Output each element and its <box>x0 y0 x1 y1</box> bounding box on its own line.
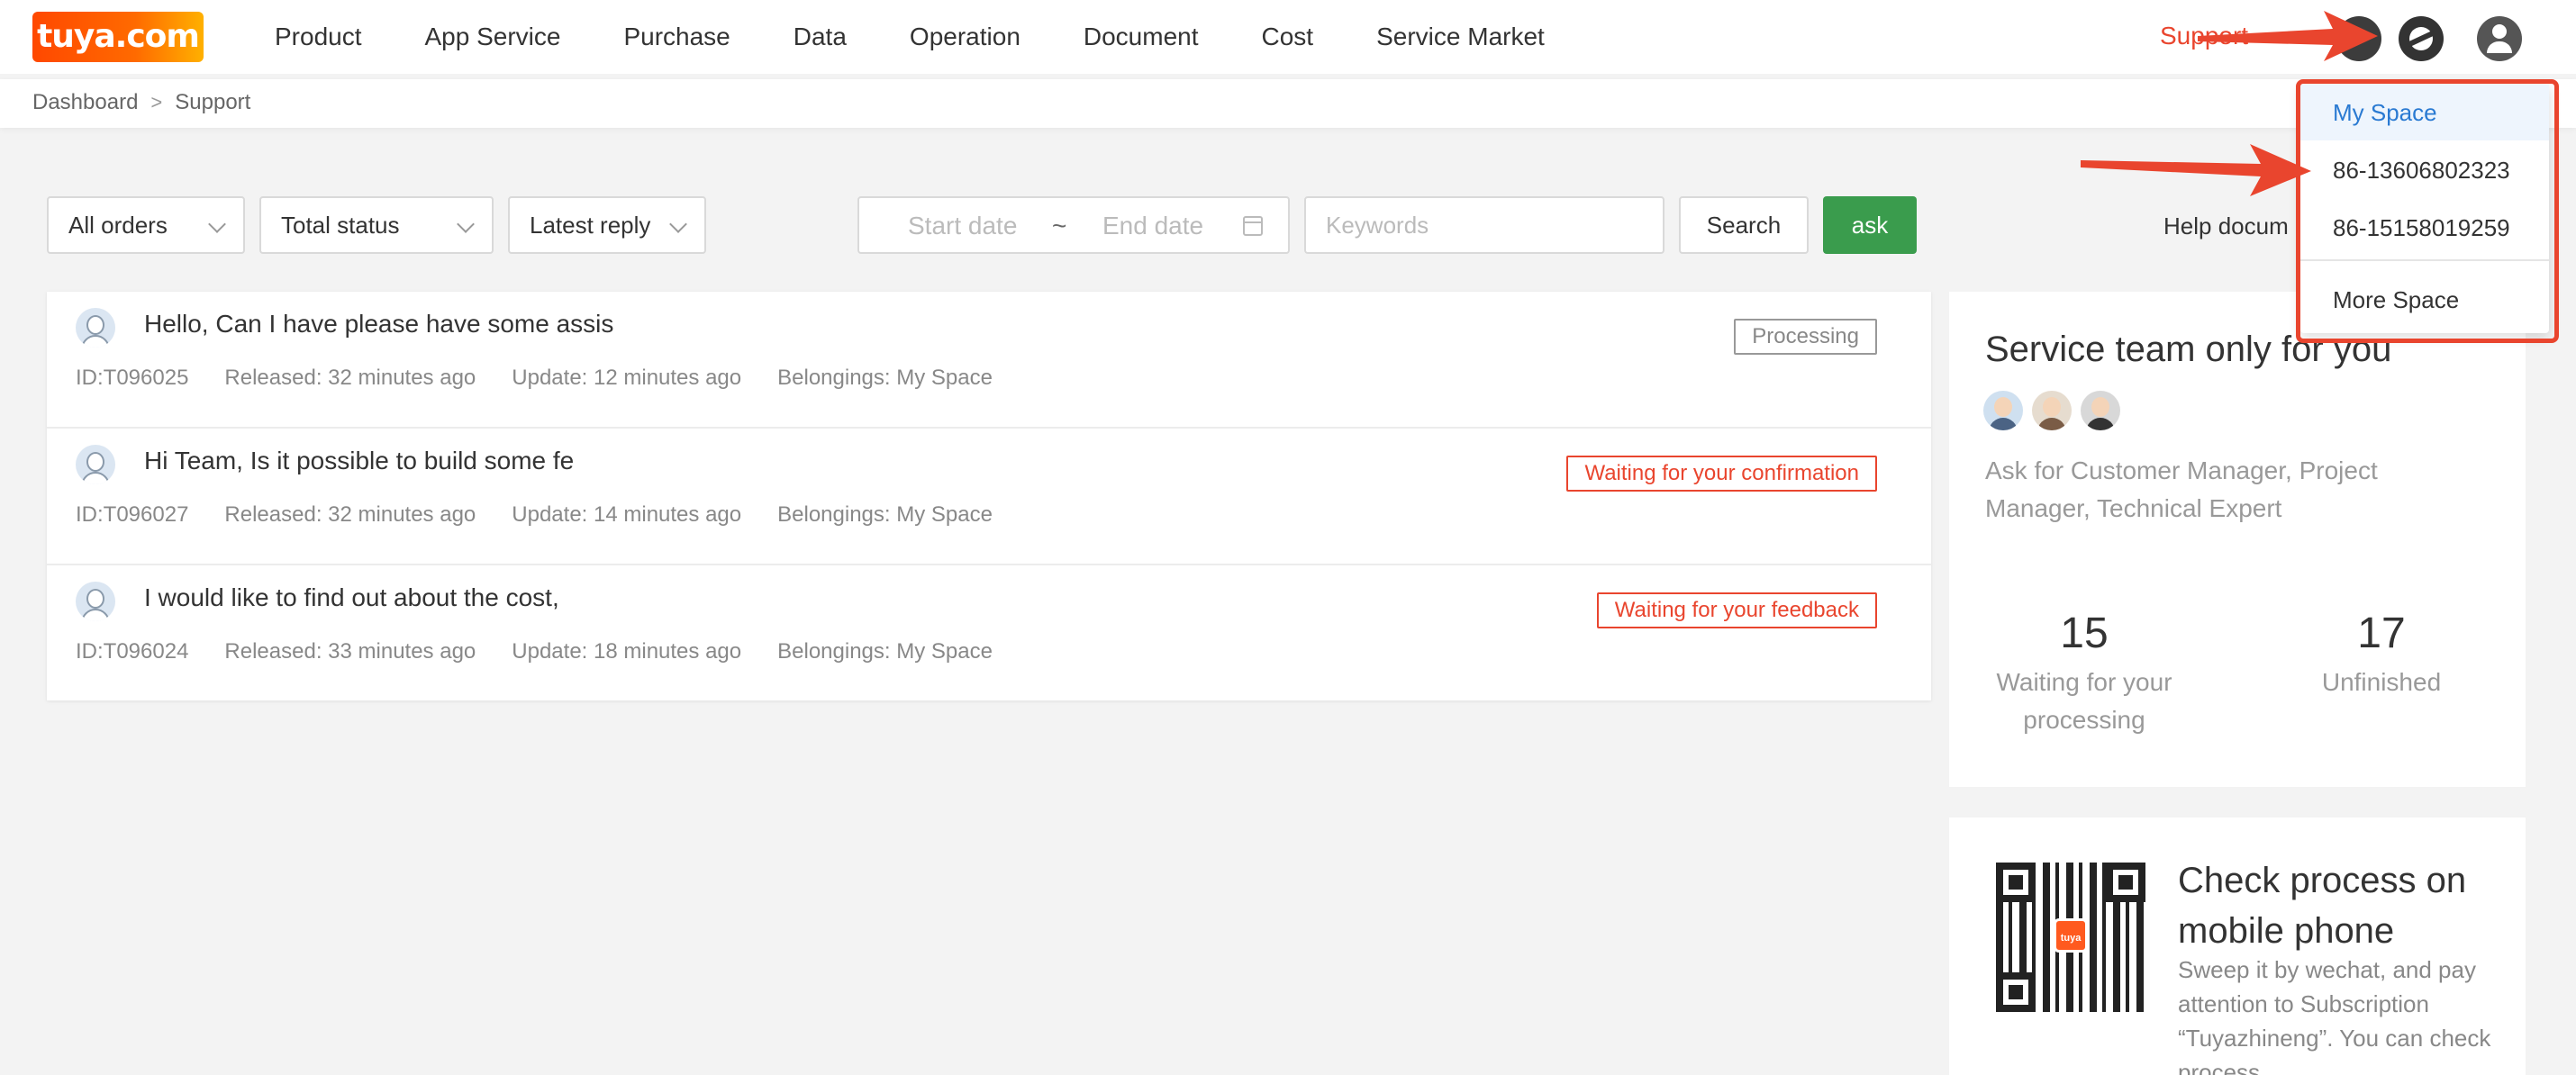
sort-select-value: Latest reply <box>530 212 651 239</box>
stat-waiting-value: 15 <box>2060 610 2109 657</box>
status-badge: Processing <box>1734 319 1877 355</box>
nav-purchase[interactable]: Purchase <box>623 23 730 51</box>
avatar <box>76 445 115 484</box>
ticket-title[interactable]: Hi Team, Is it possible to build some fe <box>144 447 574 475</box>
ticket-updated: Update: 12 minutes ago <box>512 366 742 390</box>
breadcrumb-support: Support <box>175 90 251 114</box>
date-range-picker[interactable]: Start date ~ End date <box>857 196 1290 254</box>
stat-waiting-label: Waiting for your processing <box>1996 668 2172 734</box>
nav-document[interactable]: Document <box>1084 23 1199 51</box>
qr-tuya-logo: tuya <box>2054 918 2088 953</box>
stat-unfinished-label: Unfinished <box>2321 668 2442 696</box>
user-avatar-icon[interactable] <box>2477 16 2522 61</box>
ticket-belongings: Belongings: My Space <box>777 639 993 664</box>
nav-support[interactable]: Support <box>2160 22 2248 50</box>
ticket-released: Released: 33 minutes ago <box>224 639 476 664</box>
menu-divider <box>2300 259 2549 261</box>
chevron-down-icon <box>669 215 687 233</box>
top-navigation-bar: tuya.com Product App Service Purchase Da… <box>0 0 2576 74</box>
space-item-13606802323[interactable]: 86-13606802323 <box>2300 142 2549 198</box>
ticket-id: ID:T096027 <box>76 502 189 527</box>
mobile-check-title: Check process on mobile phone <box>2178 861 2467 951</box>
nav-operation[interactable]: Operation <box>910 23 1020 51</box>
service-team-card: Service team only for you Ask for Custom… <box>1949 292 2526 787</box>
ticket-row[interactable]: Hello, Can I have please have some assis… <box>47 292 1931 429</box>
space-item-15158019259[interactable]: 86-15158019259 <box>2300 200 2549 256</box>
ticket-updated: Update: 18 minutes ago <box>512 639 742 664</box>
status-select-value: Total status <box>281 212 400 239</box>
date-range-separator: ~ <box>1052 212 1067 239</box>
space-item-more[interactable]: More Space <box>2300 272 2549 328</box>
ticket-title[interactable]: Hello, Can I have please have some assis <box>144 310 613 339</box>
tuya-logo[interactable]: tuya.com <box>32 12 204 62</box>
ticket-row[interactable]: Hi Team, Is it possible to build some fe… <box>47 429 1931 565</box>
ticket-list: Hello, Can I have please have some assis… <box>47 292 1931 700</box>
mobile-check-card: tuya Check process on mobile phone Sweep… <box>1949 818 2526 1075</box>
nav-app-service[interactable]: App Service <box>425 23 561 51</box>
ticket-row[interactable]: I would like to find out about the cost,… <box>47 565 1931 702</box>
ask-button[interactable]: ask <box>1823 196 1917 254</box>
sort-select[interactable]: Latest reply <box>508 196 706 254</box>
status-badge: Waiting for your feedback <box>1596 592 1877 628</box>
mobile-check-description: Sweep it by wechat, and pay attention to… <box>2178 956 2491 1075</box>
ticket-updated: Update: 14 minutes ago <box>512 502 742 527</box>
keywords-input[interactable] <box>1304 196 1664 254</box>
ticket-released: Released: 32 minutes ago <box>224 366 476 390</box>
ticket-id: ID:T096024 <box>76 639 189 664</box>
orders-select[interactable]: All orders <box>47 196 245 254</box>
breadcrumb-separator-icon: > <box>150 91 163 113</box>
nav-service-market[interactable]: Service Market <box>1376 23 1545 51</box>
nav-data[interactable]: Data <box>794 23 847 51</box>
service-team-title: Service team only for you <box>1985 330 2392 369</box>
space-dropdown-menu: My Space 86-13606802323 86-15158019259 M… <box>2300 85 2549 333</box>
ticket-meta: ID:T096024 Released: 33 minutes ago Upda… <box>76 639 1029 664</box>
stat-unfinished-value: 17 <box>2357 610 2406 657</box>
ticket-meta: ID:T096025 Released: 32 minutes ago Upda… <box>76 366 1029 391</box>
avatar <box>2032 391 2072 430</box>
ticket-belongings: Belongings: My Space <box>777 502 993 527</box>
avatar <box>76 308 115 348</box>
search-button[interactable]: Search <box>1679 196 1809 254</box>
space-switch-icon[interactable] <box>2399 16 2444 61</box>
stat-unfinished[interactable]: 17 Unfinished <box>2291 609 2472 701</box>
ticket-belongings: Belongings: My Space <box>777 366 993 390</box>
notification-icon[interactable] <box>2336 16 2381 61</box>
chevron-down-icon <box>457 215 475 233</box>
end-date-input[interactable]: End date <box>1102 212 1203 240</box>
calendar-icon[interactable] <box>1243 216 1263 236</box>
start-date-input[interactable]: Start date <box>908 212 1017 240</box>
ticket-meta: ID:T096027 Released: 32 minutes ago Upda… <box>76 502 1029 528</box>
stat-waiting[interactable]: 15 Waiting for your processing <box>1985 609 2183 739</box>
avatar <box>2081 391 2120 430</box>
ticket-id: ID:T096025 <box>76 366 189 390</box>
nav-cost[interactable]: Cost <box>1262 23 1314 51</box>
breadcrumb-dashboard[interactable]: Dashboard <box>32 90 138 115</box>
nav-product[interactable]: Product <box>275 23 362 51</box>
team-avatars <box>1983 391 2129 430</box>
avatar <box>1983 391 2023 430</box>
space-item-my-space[interactable]: My Space <box>2300 85 2549 140</box>
status-badge: Waiting for your confirmation <box>1566 456 1877 492</box>
status-select[interactable]: Total status <box>259 196 494 254</box>
breadcrumb-bar: Dashboard > Support <box>0 79 2576 128</box>
annotation-arrow-icon <box>2081 144 2311 196</box>
main-nav: Product App Service Purchase Data Operat… <box>243 0 1576 74</box>
avatar <box>76 582 115 621</box>
service-team-description: Ask for Customer Manager, Project Manage… <box>1985 456 2378 522</box>
ticket-released: Released: 32 minutes ago <box>224 502 476 527</box>
help-docs-link[interactable]: Help docum <box>2163 212 2289 240</box>
orders-select-value: All orders <box>68 212 168 239</box>
breadcrumb: Dashboard > Support <box>32 90 250 115</box>
chevron-down-icon <box>208 215 226 233</box>
ticket-title[interactable]: I would like to find out about the cost, <box>144 583 559 612</box>
